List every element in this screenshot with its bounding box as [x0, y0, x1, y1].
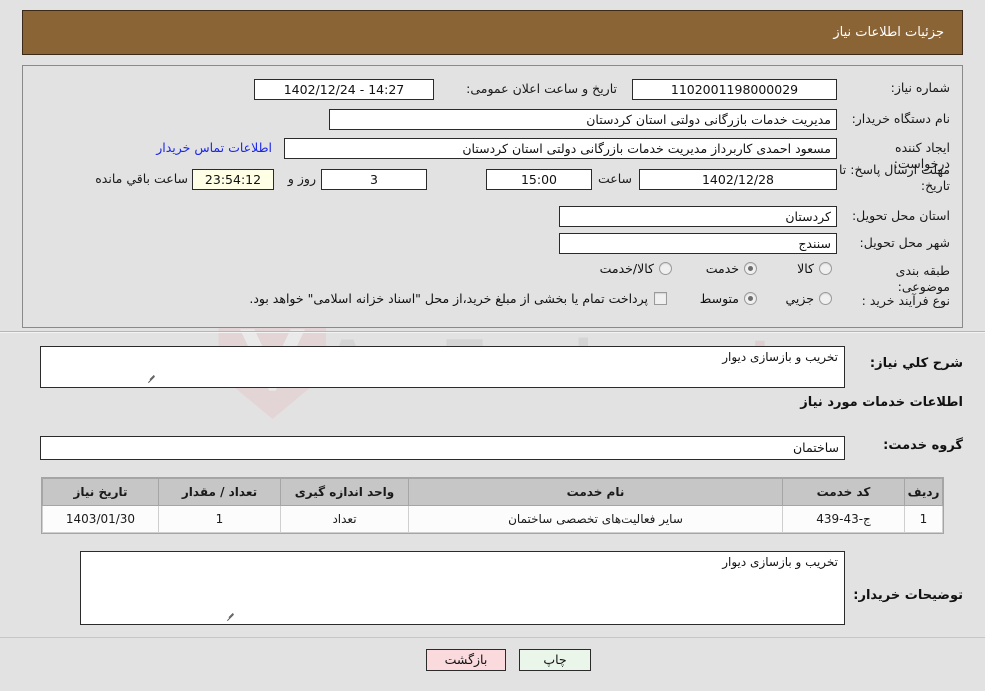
deadline-date-field[interactable]: 1402/12/28 [639, 169, 837, 190]
remaining-days-suffix: روز و [287, 171, 316, 186]
announce-datetime-label: تاریخ و ساعت اعلان عمومی: [466, 81, 617, 96]
col-header-need-date: تاریخ نیاز [42, 478, 159, 506]
service-group-label: گروه خدمت: [883, 438, 963, 453]
purchase-radio-motevaset[interactable]: متوسط [700, 291, 757, 306]
countdown-suffix-label: ساعت باقي مانده [95, 171, 188, 186]
announce-datetime-field[interactable]: 14:27 - 1402/12/24 [254, 79, 434, 100]
remaining-days-field[interactable]: 3 [321, 169, 427, 190]
page-header: جزئیات اطلاعات نیاز [22, 10, 963, 55]
buyer-org-label: نام دستگاه خریدار: [851, 111, 950, 126]
creator-field[interactable]: مسعود احمدی کاربرداز مدیریت خدمات بازرگا… [284, 138, 837, 159]
category-radio-kala[interactable]: کالا [797, 261, 832, 276]
print-button[interactable]: چاپ [519, 649, 591, 671]
table-header-row: ردیف کد خدمت نام خدمت واحد اندازه گیری ت… [42, 478, 943, 506]
summary-resize-grip[interactable] [146, 371, 156, 381]
need-number-label: شماره نیاز: [890, 80, 950, 95]
col-header-quantity: تعداد / مقدار [158, 478, 281, 506]
purchase-radio-jozee[interactable]: جزیي [785, 291, 832, 306]
cell-quantity: 1 [158, 505, 281, 533]
purchase-option-label-0: جزیي [785, 291, 814, 306]
cell-unit: تعداد [280, 505, 409, 533]
buyer-contact-link[interactable]: اطلاعات تماس خریدار [156, 140, 272, 155]
col-header-service-name: نام خدمت [408, 478, 783, 506]
province-label: استان محل تحویل: [851, 208, 950, 223]
purchase-option-label-1: متوسط [699, 291, 739, 306]
col-header-row-no: ردیف [904, 478, 943, 506]
radio-circle-icon[interactable] [819, 292, 832, 305]
services-section-title: اطلاعات خدمات مورد نیاز [800, 395, 963, 410]
section-divider [0, 331, 985, 333]
category-option-label-0: کالا [797, 261, 814, 276]
category-option-label-1: خدمت [705, 261, 739, 276]
service-group-field[interactable]: ساختمان [40, 436, 845, 460]
city-field[interactable]: سنندج [559, 233, 837, 254]
treasury-bond-checkbox-group[interactable]: پرداخت تمام یا بخشی از مبلغ خرید،از محل … [249, 291, 667, 306]
deadline-time-field[interactable]: 15:00 [486, 169, 592, 190]
deadline-label: مهلت ارسال پاسخ: تا تاریخ: [839, 162, 950, 193]
footer-divider [0, 637, 985, 638]
cell-service-code: ج-43-439 [782, 505, 905, 533]
category-option-label-2: کالا/خدمت [599, 261, 654, 276]
radio-circle-icon[interactable] [819, 262, 832, 275]
category-radio-kala-khedmat[interactable]: کالا/خدمت [600, 261, 672, 276]
back-button[interactable]: بازگشت [426, 649, 506, 671]
radio-circle-icon[interactable] [659, 262, 672, 275]
radio-circle-icon[interactable] [744, 262, 757, 275]
deadline-hour-label: ساعت [597, 171, 632, 186]
checkbox-icon[interactable] [654, 292, 667, 305]
need-number-field[interactable]: 1102001198000029 [632, 79, 837, 100]
summary-label: شرح کلي نیاز: [869, 356, 963, 371]
buyer-notes-label: توضیحات خریدار: [853, 588, 963, 603]
countdown-field: 23:54:12 [192, 169, 274, 190]
col-header-unit: واحد اندازه گیری [280, 478, 409, 506]
purchase-type-label: نوع فرآیند خرید : [861, 293, 950, 308]
category-radio-khedmat[interactable]: خدمت [706, 261, 757, 276]
buyer-notes-textarea[interactable]: تخریب و بازسازی دیوار [80, 551, 845, 625]
treasury-bond-label: پرداخت تمام یا بخشی از مبلغ خرید،از محل … [249, 291, 648, 306]
category-label: طبقه بندی موضوعی: [895, 263, 950, 294]
city-label: شهر محل تحویل: [859, 235, 950, 250]
buyer-org-field[interactable]: مدیریت خدمات بازرگانی دولتی استان کردستا… [329, 109, 837, 130]
services-table: ردیف کد خدمت نام خدمت واحد اندازه گیری ت… [41, 477, 944, 534]
need-info-panel: شماره نیاز: 1102001198000029 تاریخ و ساع… [22, 65, 963, 328]
buyer-notes-resize-grip[interactable] [225, 609, 235, 619]
cell-need-date: 1403/01/30 [42, 505, 159, 533]
province-field[interactable]: کردستان [559, 206, 837, 227]
radio-circle-icon[interactable] [744, 292, 757, 305]
page-title: جزئیات اطلاعات نیاز [833, 25, 944, 40]
cell-service-name: سایر فعالیت‌های تخصصی ساختمان [408, 505, 783, 533]
row-need-number: شماره نیاز: [840, 80, 950, 96]
services-table-element: ردیف کد خدمت نام خدمت واحد اندازه گیری ت… [42, 478, 943, 533]
col-header-service-code: کد خدمت [782, 478, 905, 506]
table-row: 1 ج-43-439 سایر فعالیت‌های تخصصی ساختمان… [42, 505, 943, 533]
summary-textarea[interactable]: تخریب و بازسازی دیوار [40, 346, 845, 388]
cell-row-no: 1 [904, 505, 943, 533]
